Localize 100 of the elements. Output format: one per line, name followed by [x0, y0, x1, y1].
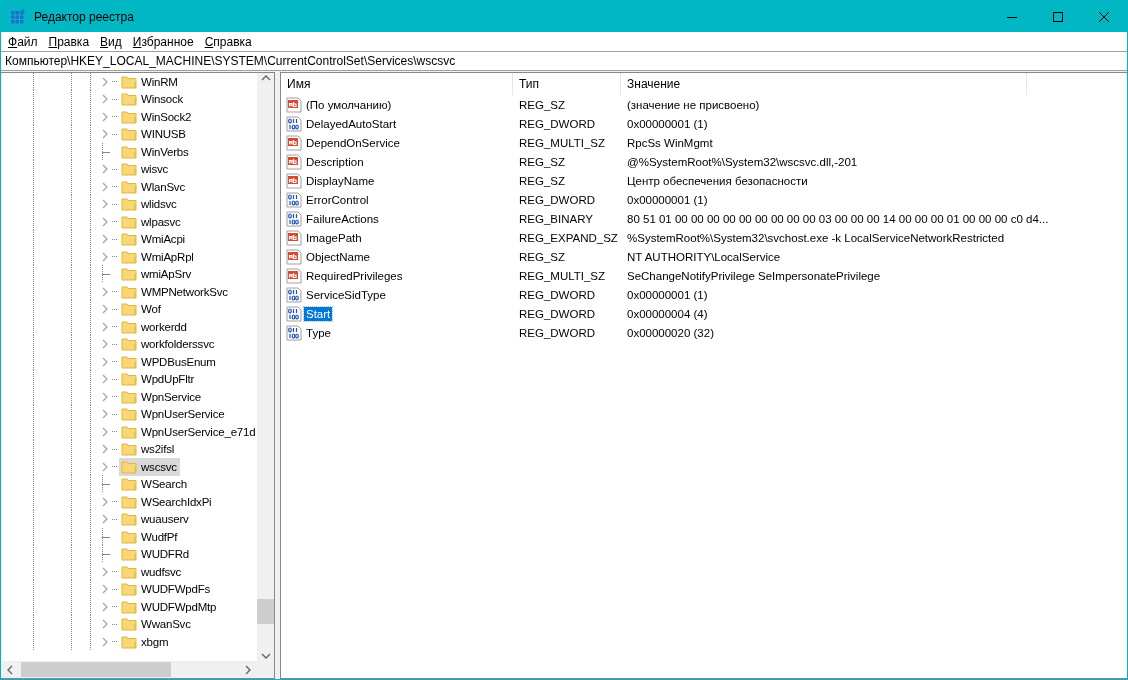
expand-chevron-icon[interactable] [100, 216, 110, 227]
tree-item[interactable]: WinRM [119, 73, 181, 91]
tree-item[interactable]: WlanSvc [119, 177, 188, 196]
expand-chevron-icon[interactable] [100, 374, 110, 385]
value-name[interactable]: Type [304, 325, 333, 340]
tree-item[interactable]: WudfPf [119, 527, 181, 546]
expand-chevron-icon[interactable] [100, 461, 110, 472]
expand-chevron-icon[interactable] [100, 129, 110, 140]
value-type: REG_BINARY [518, 212, 593, 225]
folder-icon [121, 493, 137, 510]
scrollbar-thumb[interactable] [257, 599, 274, 624]
expand-chevron-icon[interactable] [100, 636, 110, 647]
tree-item[interactable]: xbgm [119, 632, 172, 651]
column-header[interactable]: Имя [281, 73, 513, 95]
tree-item[interactable]: WSearchIdxPi [119, 492, 215, 511]
expand-chevron-icon[interactable] [100, 181, 110, 192]
value-name[interactable]: ServiceSidType [304, 287, 388, 302]
expand-chevron-icon[interactable] [100, 426, 110, 437]
tree-item[interactable]: WpnUserService [119, 405, 228, 424]
expand-chevron-icon[interactable] [100, 584, 110, 595]
column-header[interactable]: Значение [621, 73, 1027, 95]
scroll-right-icon[interactable] [243, 664, 253, 675]
value-name[interactable]: DelayedAutoStart [304, 116, 399, 131]
tree-item[interactable]: WmiApRpl [119, 247, 197, 266]
tree-item[interactable]: Wof [119, 300, 164, 319]
tree-item[interactable]: WPDBusEnum [119, 352, 219, 371]
value-name[interactable]: Description [304, 154, 366, 169]
tree-item[interactable]: WUDFWpdFs [119, 580, 214, 599]
expand-chevron-icon[interactable] [100, 444, 110, 455]
menu-item[interactable]: Избранное [128, 34, 201, 49]
menu-item[interactable]: Файл [4, 34, 45, 49]
tree-item[interactable]: workerdd [119, 317, 190, 336]
expand-chevron-icon[interactable] [100, 339, 110, 350]
tree-item[interactable]: wscsvc [119, 457, 180, 476]
value-name[interactable]: DisplayName [304, 173, 377, 188]
expand-chevron-icon[interactable] [100, 391, 110, 402]
value-name[interactable]: ObjectName [304, 249, 372, 264]
tree-item[interactable]: WwanSvc [119, 615, 194, 634]
tree-item[interactable]: WUDFWpdMtp [119, 597, 220, 616]
scroll-down-icon[interactable] [260, 651, 271, 661]
menu-item[interactable]: Справка [200, 34, 259, 49]
tree-item[interactable]: wmiApSrv [119, 265, 195, 284]
expand-chevron-icon[interactable] [100, 286, 110, 297]
expand-chevron-icon[interactable] [100, 619, 110, 630]
expand-chevron-icon[interactable] [100, 514, 110, 525]
expand-chevron-icon[interactable] [100, 199, 110, 210]
value-name[interactable]: RequiredPrivileges [304, 268, 405, 283]
horizontal-scrollbar[interactable] [1, 661, 257, 678]
close-icon [1099, 11, 1109, 22]
tree-item[interactable]: WinSock2 [119, 107, 195, 126]
expand-chevron-icon[interactable] [100, 234, 110, 245]
expand-chevron-icon[interactable] [100, 566, 110, 577]
tree-item[interactable]: WUDFRd [119, 545, 192, 564]
string-value-icon [286, 229, 302, 246]
value-name[interactable]: (По умолчанию) [304, 97, 394, 112]
tree-item[interactable]: WmiAcpi [119, 230, 188, 249]
expand-chevron-icon[interactable] [100, 76, 110, 87]
scroll-up-icon[interactable] [260, 73, 271, 83]
tree-item[interactable]: WinVerbs [119, 142, 192, 161]
menu-item[interactable]: Правка [44, 34, 97, 49]
string-value-icon [286, 153, 302, 170]
value-name[interactable]: Start [304, 306, 333, 321]
menu-item[interactable]: Вид [96, 34, 129, 49]
tree-item[interactable]: wlpasvc [119, 212, 184, 231]
value-name[interactable]: FailureActions [304, 211, 381, 226]
tree-item[interactable]: Winsock [119, 90, 187, 109]
tree-item[interactable]: wisvc [119, 160, 172, 179]
tree-item[interactable]: WpnUserService_e71d [119, 422, 257, 441]
expand-chevron-icon[interactable] [100, 321, 110, 332]
tree-item[interactable]: WSearch [119, 475, 190, 494]
scroll-left-icon[interactable] [5, 664, 15, 675]
tree-item[interactable]: workfolderssvc [119, 335, 218, 354]
vertical-scrollbar[interactable] [257, 73, 274, 661]
tree-item[interactable]: WpnService [119, 387, 204, 406]
expand-chevron-icon[interactable] [100, 496, 110, 507]
column-header[interactable]: Тип [513, 73, 621, 95]
value-name[interactable]: ImagePath [304, 230, 364, 245]
expand-chevron-icon[interactable] [100, 251, 110, 262]
expand-chevron-icon[interactable] [100, 164, 110, 175]
value-name[interactable]: ErrorControl [304, 192, 371, 207]
value-name[interactable]: DependOnService [304, 135, 402, 150]
tree-item[interactable]: wlidsvc [119, 195, 180, 214]
expand-chevron-icon[interactable] [100, 409, 110, 420]
address-bar[interactable]: Компьютер\HKEY_LOCAL_MACHINE\SYSTEM\CurrentControlSet\Services\wscsvc [1, 51, 1127, 71]
expand-chevron-icon[interactable] [100, 601, 110, 612]
tree-item[interactable]: ws2ifsl [119, 440, 178, 459]
value-type: REG_SZ [518, 98, 565, 111]
tree-item[interactable]: wuauserv [119, 510, 192, 529]
expand-chevron-icon[interactable] [100, 111, 110, 122]
tree-item[interactable]: WINUSB [119, 125, 189, 144]
expand-chevron-icon[interactable] [100, 304, 110, 315]
folder-icon [121, 616, 137, 633]
tree-item[interactable]: wudfsvc [119, 562, 185, 581]
expand-chevron-icon[interactable] [100, 94, 110, 105]
scrollbar-thumb[interactable] [21, 662, 171, 677]
tree-item[interactable]: WMPNetworkSvc [119, 282, 231, 301]
folder-icon [121, 318, 137, 335]
string-value-icon [286, 267, 302, 284]
tree-item[interactable]: WpdUpFltr [119, 370, 198, 389]
expand-chevron-icon[interactable] [100, 356, 110, 367]
